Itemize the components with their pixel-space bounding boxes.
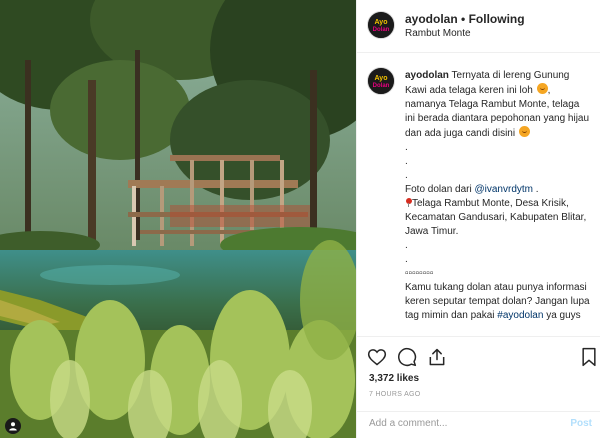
location-link[interactable]: Rambut Monte [405, 28, 471, 39]
comment-input[interactable] [369, 418, 559, 429]
svg-text:Dolan: Dolan [373, 83, 390, 89]
comment-icon [398, 347, 417, 367]
post-comment-button[interactable]: Post [570, 418, 592, 429]
pin-icon [405, 198, 412, 207]
caption-dot: . [405, 142, 408, 153]
ayodolan-logo-icon: Ayo Dolan [368, 68, 394, 94]
heart-eyes-emoji-icon [536, 83, 548, 94]
post-header: Ayo Dolan ayodolan • Following Rambut Mo… [357, 0, 600, 53]
post-side-panel: Ayo Dolan ayodolan • Following Rambut Mo… [356, 0, 600, 438]
post-timestamp: 7 HOURS AGO [369, 391, 421, 398]
caption-avatar[interactable]: Ayo Dolan [367, 67, 395, 95]
bookmark-icon [582, 347, 596, 367]
like-button[interactable] [365, 345, 389, 369]
mention-link[interactable]: @ivanvrdytm [475, 184, 534, 195]
share-icon [429, 348, 445, 366]
address-line: Telaga Rambut Monte, Desa Krisik, Kecama… [405, 197, 591, 239]
header-separator: • [461, 12, 466, 26]
heart-eyes-emoji-icon [518, 126, 530, 137]
save-button[interactable] [577, 345, 600, 369]
avatar[interactable]: Ayo Dolan [367, 11, 395, 39]
photo-credit-suffix: . [535, 184, 539, 195]
user-tag-button[interactable] [5, 418, 21, 434]
follow-status-button[interactable]: Following [469, 12, 525, 26]
comments-area[interactable]: Ayo Dolan ayodolan Ternyata di lereng Gu… [357, 53, 600, 335]
outro-end-text: ya guys [546, 310, 581, 321]
hashtag-link[interactable]: #ayodolan [497, 310, 543, 321]
lake-forest-photo [0, 0, 356, 438]
comment-button[interactable] [395, 345, 419, 369]
caption-dot: . [405, 170, 408, 181]
instagram-post: Ayo Dolan ayodolan • Following Rambut Mo… [0, 0, 600, 438]
caption-dot: . [405, 240, 408, 251]
post-photo[interactable] [0, 0, 356, 438]
header-user-line: ayodolan • Following [405, 12, 525, 26]
caption-dot: . [405, 156, 408, 167]
caption-squares: ▫▫▫▫▫▫▫▫ [405, 268, 434, 279]
svg-text:Ayo: Ayo [375, 75, 388, 82]
header-username[interactable]: ayodolan [405, 12, 458, 26]
photo-credit: Foto dolan dari @ivanvrdytm . [405, 183, 591, 197]
heart-icon [367, 349, 387, 366]
action-bar: 3,372 likes 7 HOURS AGO [357, 336, 600, 403]
share-button[interactable] [425, 345, 449, 369]
svg-text:Dolan: Dolan [373, 27, 390, 33]
post-caption: ayodolan Ternyata di lereng Gunung Kawi … [405, 69, 591, 323]
comment-bar: Post [357, 411, 600, 439]
caption-username[interactable]: ayodolan [405, 70, 449, 81]
caption-dot: . [405, 254, 408, 265]
svg-text:Ayo: Ayo [375, 19, 388, 26]
ayodolan-logo-icon: Ayo Dolan [368, 12, 394, 38]
address-text: Telaga Rambut Monte, Desa Krisik, Kecama… [405, 198, 587, 237]
caption-outro: Kamu tukang dolan atau punya informasi k… [405, 281, 591, 323]
photo-credit-prefix: Foto dolan dari [405, 184, 472, 195]
person-icon [9, 422, 17, 431]
likes-count[interactable]: 3,372 likes [369, 373, 419, 384]
